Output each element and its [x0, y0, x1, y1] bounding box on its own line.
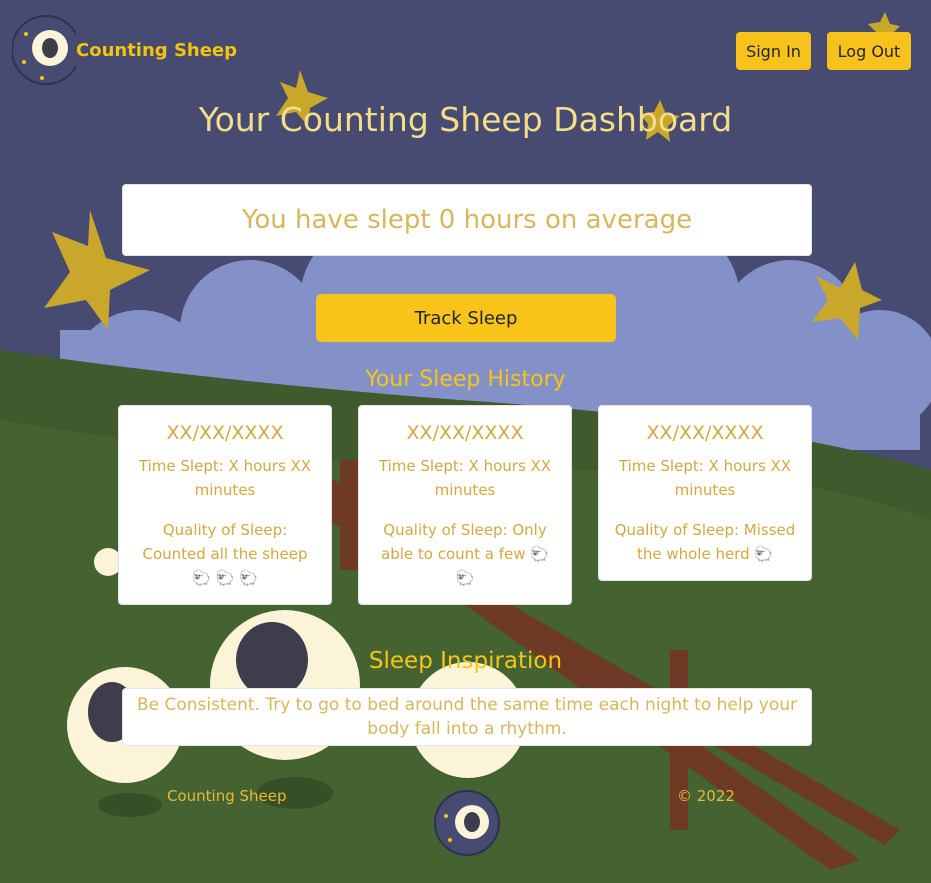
- history-time-line: Time Slept: X hours XX: [618, 457, 792, 475]
- inspiration-card: Be Consistent. Try to go to bed around t…: [122, 688, 812, 746]
- page-title: Your Counting Sheep Dashboard: [198, 100, 733, 139]
- history-quality-line: 🐑 🐑 🐑: [192, 569, 258, 587]
- history-card: XX/XX/XXXX Time Slept: X hours XX minute…: [358, 405, 572, 605]
- brand-name[interactable]: Counting Sheep: [76, 40, 237, 61]
- history-time-line: minutes: [674, 481, 736, 499]
- history-time-line: Time Slept: X hours XX: [138, 457, 312, 475]
- history-quality-line: 🐑: [455, 569, 475, 587]
- log-out-button[interactable]: Log Out: [827, 32, 911, 70]
- sleep-history-title: Your Sleep History: [365, 367, 566, 392]
- sheep-logo-icon: [434, 790, 500, 856]
- history-quality-line: Quality of Sleep: Only: [383, 521, 547, 539]
- history-date: XX/XX/XXXX: [646, 422, 764, 444]
- history-card: XX/XX/XXXX Time Slept: X hours XX minute…: [118, 405, 332, 605]
- brand[interactable]: Counting Sheep: [12, 12, 237, 88]
- average-sleep-card: You have slept 0 hours on average: [122, 184, 812, 256]
- history-date: XX/XX/XXXX: [406, 422, 524, 444]
- track-sleep-button[interactable]: Track Sleep: [316, 294, 616, 342]
- history-quality-line: able to count a few 🐑: [381, 545, 549, 563]
- history-quality-line: Quality of Sleep:: [162, 521, 288, 539]
- history-quality-line: Quality of Sleep: Missed: [614, 521, 796, 539]
- footer-brand: Counting Sheep: [167, 787, 287, 805]
- sheep-logo-icon: [12, 15, 76, 85]
- history-quality-line: Counted all the sheep: [142, 545, 308, 563]
- sign-in-button[interactable]: Sign In: [736, 32, 811, 70]
- history-quality-line: the whole herd 🐑: [636, 545, 774, 563]
- inspiration-text: Be Consistent. Try to go to bed around t…: [123, 693, 811, 741]
- history-time-line: minutes: [194, 481, 256, 499]
- history-time-line: Time Slept: X hours XX: [378, 457, 552, 475]
- inspiration-line: Be Consistent. Try to go to bed around t…: [136, 695, 798, 715]
- history-time-line: minutes: [434, 481, 496, 499]
- history-card: XX/XX/XXXX Time Slept: X hours XX minute…: [598, 405, 812, 581]
- inspiration-line: body fall into a rhythm.: [367, 719, 567, 739]
- average-sleep-text: You have slept 0 hours on average: [241, 205, 693, 235]
- history-date: XX/XX/XXXX: [166, 422, 284, 444]
- sleep-inspiration-title: Sleep Inspiration: [368, 648, 563, 674]
- copyright: © 2022: [677, 787, 735, 805]
